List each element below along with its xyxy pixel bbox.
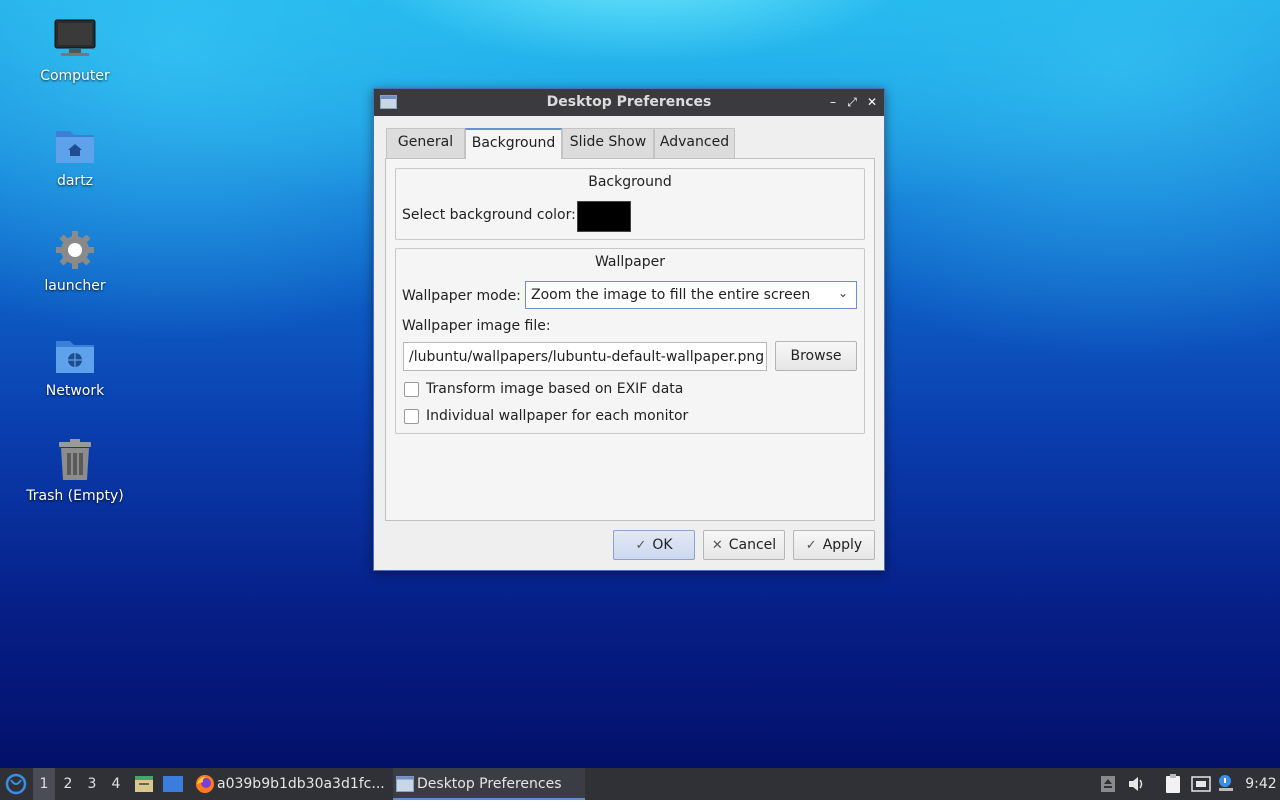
desktop-icon-label: Trash (Empty) bbox=[26, 488, 124, 504]
check-icon: ✓ bbox=[635, 538, 647, 553]
clock[interactable]: 9:42 bbox=[1244, 768, 1278, 800]
wallpaper-file-input[interactable]: /lubuntu/wallpapers/lubuntu-default-wall… bbox=[403, 342, 767, 371]
window-titlebar[interactable]: Desktop Preferences – ⤢ ✕ bbox=[374, 89, 884, 116]
ok-button[interactable]: ✓ OK bbox=[613, 530, 695, 560]
wallpaper-mode-value: Zoom the image to fill the entire screen bbox=[531, 287, 811, 303]
taskbar-task-label: a039b9b1db30a3d1fc... bbox=[217, 776, 385, 792]
background-group: Background Select background color: bbox=[395, 168, 865, 240]
workspace-2[interactable]: 2 bbox=[57, 768, 79, 800]
minimize-button[interactable]: – bbox=[824, 93, 842, 111]
home-folder-icon bbox=[53, 123, 97, 167]
check-icon: ✓ bbox=[805, 538, 817, 553]
window-client-area: General Background Slide Show Advanced B… bbox=[374, 116, 884, 570]
window-icon bbox=[396, 776, 414, 792]
maximize-button[interactable]: ⤢ bbox=[843, 93, 861, 111]
tray-updates[interactable] bbox=[1099, 768, 1117, 800]
wallpaper-mode-label: Wallpaper mode: bbox=[402, 288, 521, 304]
workspace-1[interactable]: 1 bbox=[33, 768, 55, 800]
computer-icon bbox=[53, 18, 97, 62]
volume-icon bbox=[1129, 777, 1143, 791]
network-icon bbox=[1191, 776, 1211, 792]
taskbar-task-label: Desktop Preferences bbox=[417, 776, 562, 792]
gear-icon bbox=[53, 228, 97, 272]
eject-icon bbox=[1101, 776, 1115, 792]
network-folder-icon bbox=[53, 333, 97, 377]
tab-background[interactable]: Background bbox=[465, 128, 562, 159]
tray-notifications[interactable] bbox=[1216, 768, 1236, 800]
apply-button[interactable]: ✓ Apply bbox=[793, 530, 875, 560]
browse-button[interactable]: Browse bbox=[775, 341, 857, 371]
workspace-3[interactable]: 3 bbox=[81, 768, 103, 800]
desktop-icon-launcher[interactable]: launcher bbox=[20, 228, 130, 294]
wallpaper-mode-select[interactable]: Zoom the image to fill the entire screen… bbox=[525, 281, 857, 309]
lubuntu-logo-icon bbox=[5, 773, 27, 795]
desktop-icon-computer[interactable]: Computer bbox=[20, 18, 130, 84]
trash-icon bbox=[53, 438, 97, 482]
exif-checkbox[interactable] bbox=[404, 382, 419, 397]
taskbar: 1 2 3 4 a039b9b1db30a3d1fc... Desktop Pr… bbox=[0, 768, 1280, 800]
per-monitor-label: Individual wallpaper for each monitor bbox=[426, 408, 689, 424]
tray-network[interactable] bbox=[1190, 768, 1212, 800]
desktop-icon-trash[interactable]: Trash (Empty) bbox=[20, 438, 130, 504]
tray-clipboard[interactable] bbox=[1163, 768, 1183, 800]
wallpaper-file-label: Wallpaper image file: bbox=[402, 318, 551, 334]
background-color-button[interactable] bbox=[577, 201, 631, 232]
firefox-icon bbox=[196, 775, 214, 793]
wallpaper-group: Wallpaper Wallpaper mode: Zoom the image… bbox=[395, 248, 865, 434]
clipboard-icon bbox=[1166, 774, 1180, 793]
show-desktop-button[interactable] bbox=[162, 768, 184, 800]
per-monitor-checkbox[interactable] bbox=[404, 409, 419, 424]
tray-volume[interactable] bbox=[1126, 768, 1146, 800]
chevron-down-icon: ⌄ bbox=[837, 286, 848, 300]
close-icon: ✕ bbox=[711, 538, 723, 553]
desktop-icon-label: Computer bbox=[40, 68, 110, 84]
workspace-4[interactable]: 4 bbox=[105, 768, 127, 800]
tab-advanced[interactable]: Advanced bbox=[654, 128, 735, 158]
desktop-icon-label: dartz bbox=[56, 173, 94, 189]
desktop-icon-home[interactable]: dartz bbox=[20, 123, 130, 189]
file-manager-icon bbox=[135, 776, 153, 792]
wallpaper-group-title: Wallpaper bbox=[594, 254, 666, 270]
start-menu-button[interactable] bbox=[4, 768, 28, 800]
desktop-icon-network[interactable]: Network bbox=[20, 333, 130, 399]
window-title: Desktop Preferences bbox=[546, 94, 712, 110]
desktop-preferences-window: Desktop Preferences – ⤢ ✕ General Backgr… bbox=[373, 88, 885, 571]
taskbar-task-firefox[interactable]: a039b9b1db30a3d1fc... bbox=[193, 768, 407, 800]
tab-general[interactable]: General bbox=[386, 128, 465, 158]
exif-label: Transform image based on EXIF data bbox=[426, 381, 684, 397]
desktop-icon-label: Network bbox=[45, 383, 105, 399]
apply-button-label: Apply bbox=[822, 537, 863, 553]
tab-panel-background: Background Select background color: Wall… bbox=[385, 158, 875, 521]
desktop-icon-label: launcher bbox=[44, 278, 106, 294]
tab-slide-show[interactable]: Slide Show bbox=[562, 128, 654, 158]
info-icon bbox=[1219, 775, 1233, 791]
cancel-button-label: Cancel bbox=[728, 537, 777, 553]
file-manager-launcher[interactable] bbox=[134, 768, 154, 800]
taskbar-task-desktop-preferences[interactable]: Desktop Preferences bbox=[393, 768, 585, 800]
close-button[interactable]: ✕ bbox=[863, 93, 881, 111]
background-color-label: Select background color: bbox=[402, 207, 576, 223]
cancel-button[interactable]: ✕ Cancel bbox=[703, 530, 785, 560]
desktop-background: Computer dartz launcher Network Trash (E… bbox=[0, 0, 1280, 768]
desktop-icon bbox=[163, 776, 183, 792]
background-group-title: Background bbox=[588, 174, 672, 190]
ok-button-label: OK bbox=[652, 537, 673, 553]
